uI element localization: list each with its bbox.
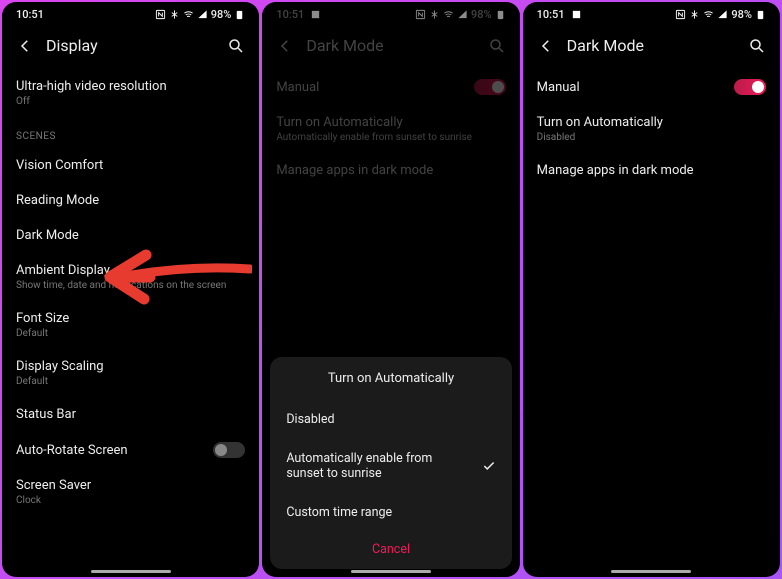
row-screen-saver[interactable]: Screen Saver Clock — [16, 468, 245, 516]
row-label: Manual — [537, 80, 580, 95]
wifi-icon — [183, 9, 194, 20]
search-icon[interactable] — [748, 37, 766, 55]
row-label: Font Size — [16, 311, 245, 326]
row-label: Manage apps in dark mode — [537, 163, 766, 178]
row-label: Turn on Automatically — [537, 115, 766, 130]
status-time: 10:51 — [537, 8, 565, 21]
option-label: Automatically enable from sunset to sunr… — [286, 451, 471, 481]
mute-icon — [169, 9, 180, 20]
row-label: Screen Saver — [16, 478, 245, 493]
toggle-manual[interactable] — [734, 79, 766, 95]
signal-icon — [197, 9, 208, 20]
row-manual[interactable]: Manual — [537, 69, 766, 105]
option-label: Custom time range — [286, 505, 495, 520]
row-sub: Default — [16, 328, 245, 339]
dialog-title: Turn on Automatically — [286, 371, 495, 386]
row-reading-mode[interactable]: Reading Mode — [16, 183, 245, 218]
cancel-button[interactable]: Cancel — [286, 532, 495, 559]
status-icons: 98% — [675, 8, 766, 21]
home-indicator[interactable] — [611, 570, 691, 573]
row-sub: Default — [16, 376, 245, 387]
signal-icon — [717, 9, 728, 20]
option-sunset-sunrise[interactable]: Automatically enable from sunset to sunr… — [286, 439, 495, 493]
home-indicator[interactable] — [91, 570, 171, 573]
row-font-size[interactable]: Font Size Default — [16, 301, 245, 349]
row-sub: Clock — [16, 495, 245, 506]
search-icon[interactable] — [227, 37, 245, 55]
row-dark-mode[interactable]: Dark Mode — [16, 218, 245, 253]
page-title: Dark Mode — [567, 36, 736, 55]
back-icon[interactable] — [537, 37, 555, 55]
wifi-icon — [703, 9, 714, 20]
row-label: Dark Mode — [16, 228, 245, 243]
screen-display-settings: 10:51 98% Display Ultra-high video resol… — [2, 2, 259, 577]
status-icons: 98% — [155, 8, 246, 21]
row-ambient-display[interactable]: Ambient Display Show time, date and noti… — [16, 253, 245, 301]
mute-icon — [689, 9, 700, 20]
header: Dark Mode — [523, 26, 780, 69]
row-label: Status Bar — [16, 407, 245, 422]
screen-dark-mode-dialog: 10:51 98% Dark Mode Manual Turn on Autom… — [262, 2, 519, 577]
screen-dark-mode: 10:51 98% Dark Mode Manual Turn on Autom… — [523, 2, 780, 577]
row-label: Reading Mode — [16, 193, 245, 208]
row-auto[interactable]: Turn on Automatically Disabled — [537, 105, 766, 153]
battery-text: 98% — [211, 8, 232, 21]
row-status-bar[interactable]: Status Bar — [16, 397, 245, 432]
row-ultra-high-video[interactable]: Ultra-high video resolution Off — [16, 69, 245, 117]
row-vision-comfort[interactable]: Vision Comfort — [16, 148, 245, 183]
row-sub: Disabled — [537, 132, 766, 143]
row-label: Auto-Rotate Screen — [16, 443, 128, 458]
status-bar: 10:51 98% — [523, 2, 780, 26]
row-display-scaling[interactable]: Display Scaling Default — [16, 349, 245, 397]
row-label: Ultra-high video resolution — [16, 79, 245, 94]
status-time: 10:51 — [16, 8, 44, 21]
option-label: Disabled — [286, 412, 495, 427]
battery-icon — [234, 9, 245, 20]
nfc-icon — [675, 9, 686, 20]
row-manage-apps[interactable]: Manage apps in dark mode — [537, 153, 766, 188]
dialog-auto-schedule: Turn on Automatically Disabled Automatic… — [270, 357, 511, 569]
row-sub: Off — [16, 96, 245, 107]
status-bar: 10:51 98% — [2, 2, 259, 26]
battery-text: 98% — [731, 8, 752, 21]
row-auto-rotate[interactable]: Auto-Rotate Screen — [16, 432, 245, 468]
back-icon[interactable] — [16, 37, 34, 55]
check-icon — [482, 459, 496, 473]
toggle-auto-rotate[interactable] — [213, 442, 245, 458]
section-scenes: SCENES — [16, 131, 245, 142]
option-disabled[interactable]: Disabled — [286, 400, 495, 439]
row-label: Vision Comfort — [16, 158, 245, 173]
row-sub: Show time, date and notifications on the… — [16, 280, 245, 291]
nfc-icon — [155, 9, 166, 20]
option-custom-time[interactable]: Custom time range — [286, 493, 495, 532]
battery-icon — [755, 9, 766, 20]
row-label: Ambient Display — [16, 263, 245, 278]
home-indicator[interactable] — [351, 570, 431, 573]
page-title: Display — [46, 36, 215, 55]
screenshot-icon — [571, 9, 582, 20]
header: Display — [2, 26, 259, 69]
row-label: Display Scaling — [16, 359, 245, 374]
